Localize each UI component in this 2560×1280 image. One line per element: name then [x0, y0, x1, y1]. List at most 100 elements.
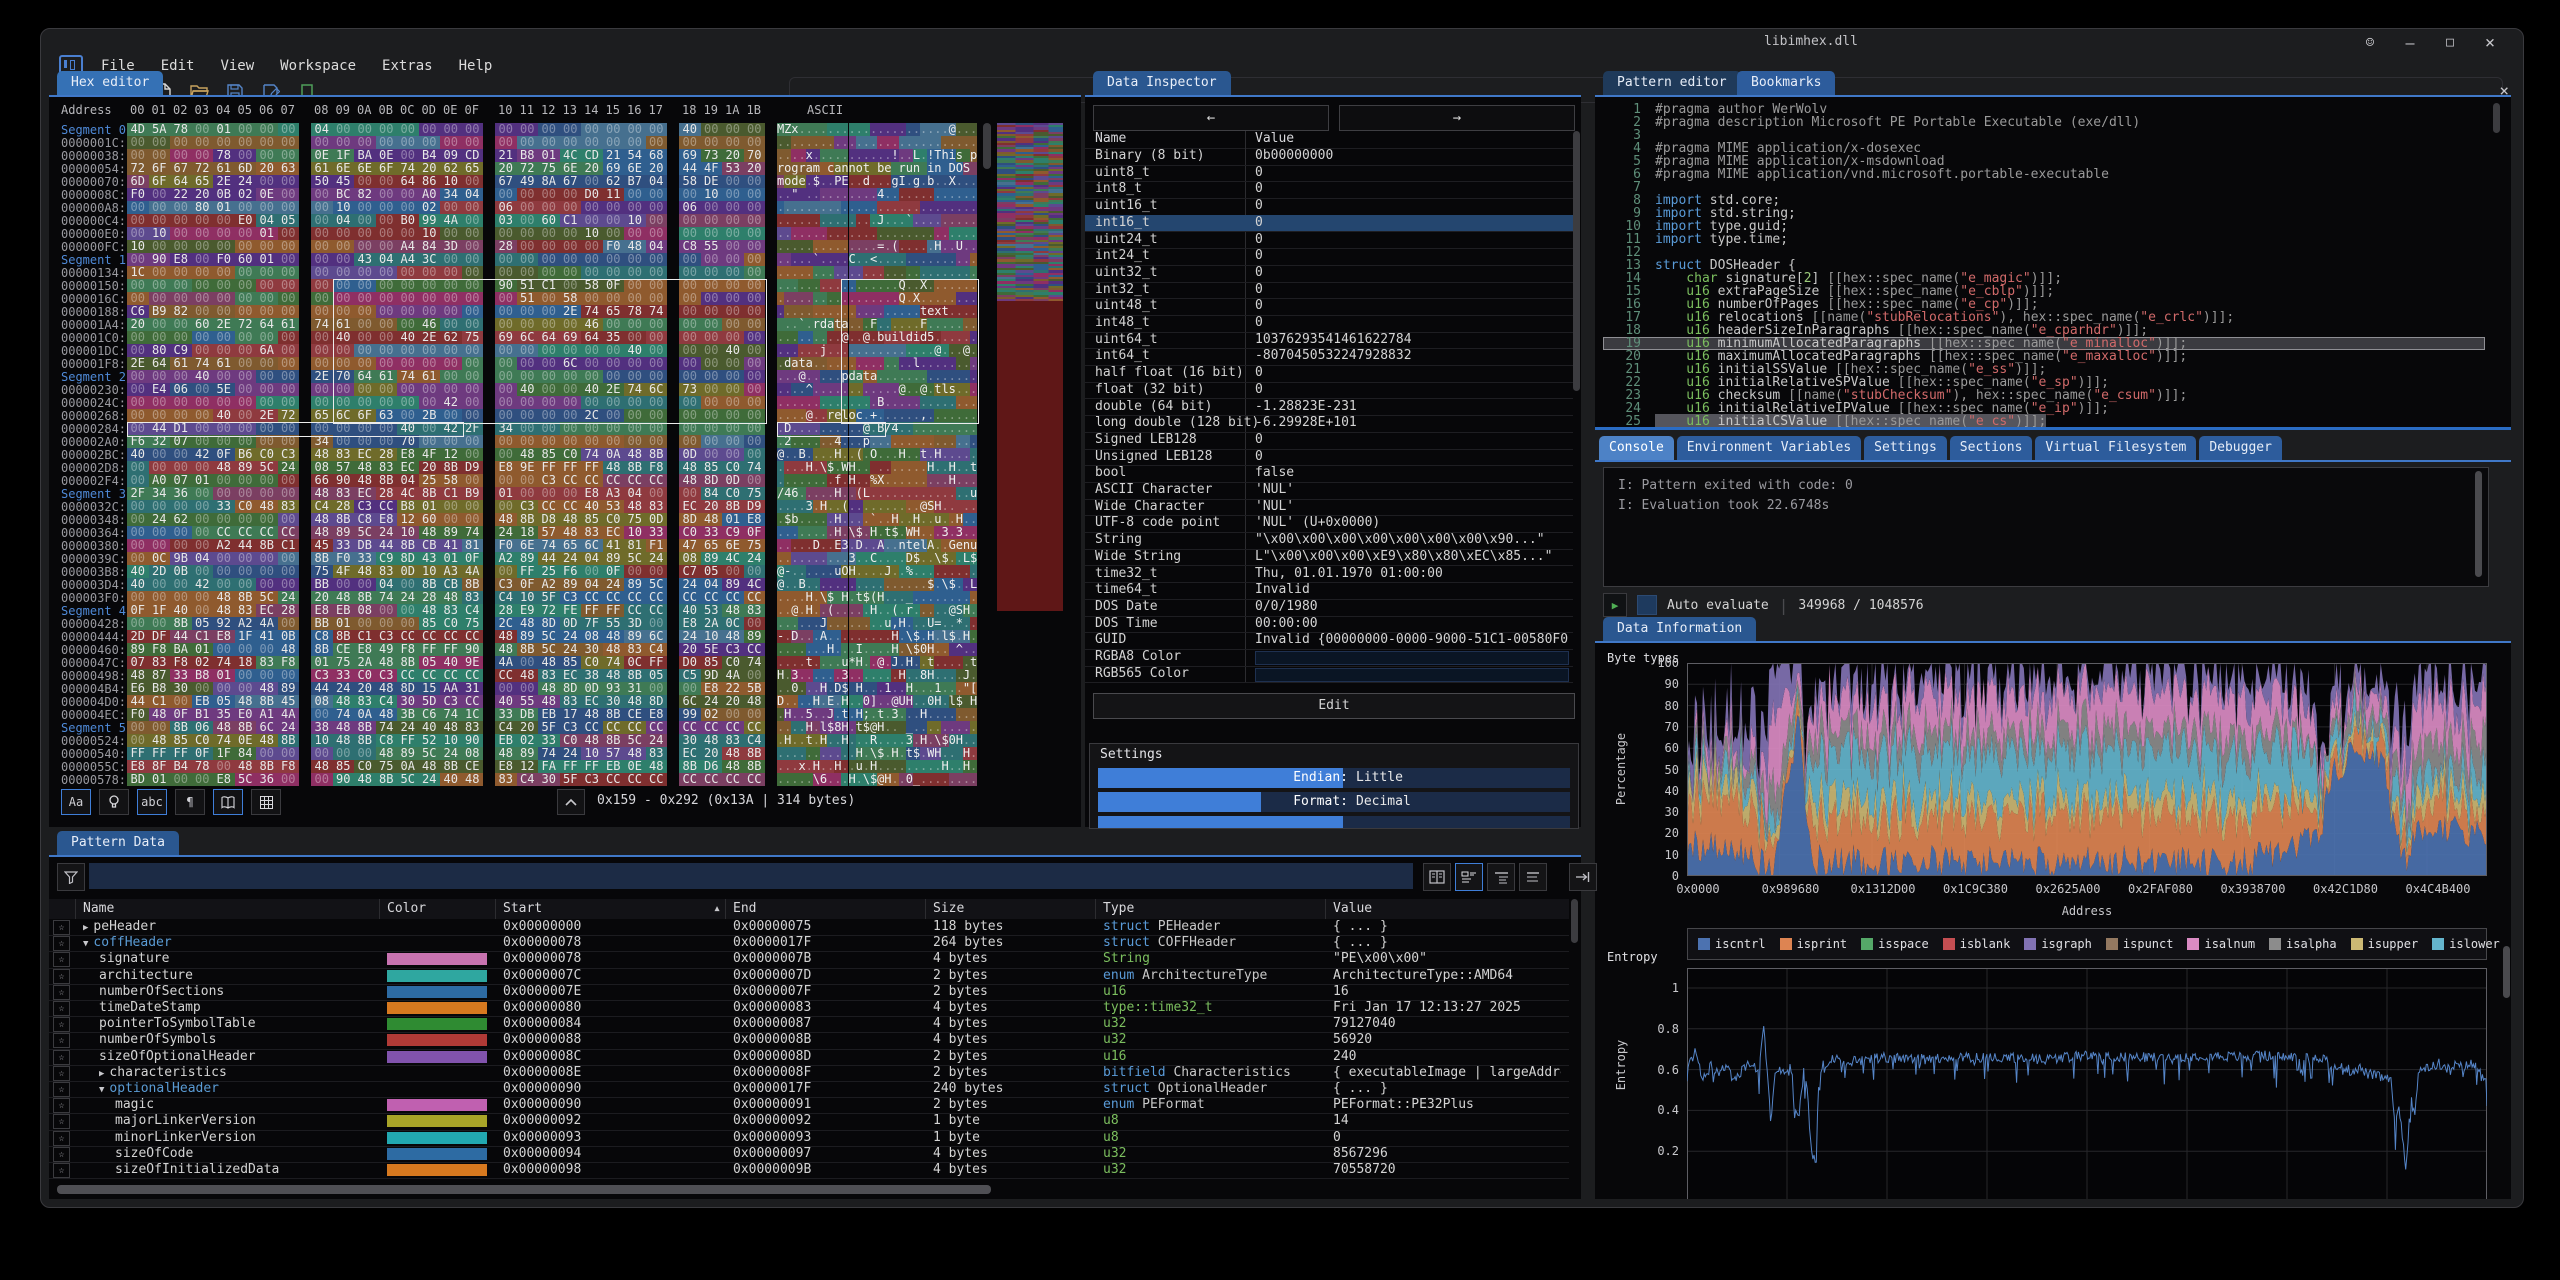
- pattern-editor-scrollbar[interactable]: [2493, 103, 2500, 133]
- hex-byte-cell[interactable]: 24: [419, 773, 441, 786]
- goto-end-icon[interactable]: [1569, 863, 1597, 891]
- chevron-up-icon[interactable]: [557, 789, 585, 815]
- inspector-row[interactable]: int32_t0: [1085, 282, 1573, 300]
- inspector-row-value[interactable]: -6.29928E+101: [1255, 415, 1569, 432]
- hex-byte-cell[interactable]: CC: [624, 773, 646, 786]
- hex-ascii-cell[interactable]: p: [970, 149, 977, 162]
- inspector-row[interactable]: int16_t0: [1085, 215, 1573, 233]
- hex-byte-cell[interactable]: 5C: [235, 773, 257, 786]
- inspector-row-value[interactable]: Thu, 01.01.1970 01:00:00: [1255, 566, 1569, 583]
- hex-ascii-cell[interactable]: H: [956, 734, 963, 747]
- inspector-color-swatch[interactable]: [1255, 651, 1569, 665]
- legend-isupper[interactable]: isupper: [2351, 937, 2419, 951]
- hex-byte-cell[interactable]: 36: [256, 773, 278, 786]
- hex-ascii-cell[interactable]: .: [791, 773, 798, 786]
- pattern-data-row[interactable]: ☆▶characteristics0x0000008E0x0000008F2 b…: [49, 1065, 1569, 1082]
- code-line[interactable]: 11import type.time;: [1603, 233, 2479, 246]
- favorite-star-icon[interactable]: ☆: [53, 1114, 70, 1129]
- hex-ascii-cell[interactable]: .: [949, 773, 956, 786]
- inspector-row[interactable]: uint8_t0: [1085, 165, 1573, 183]
- code-line[interactable]: 2#pragma description Microsoft PE Portab…: [1603, 116, 2479, 129]
- pattern-col-color[interactable]: Color: [387, 899, 491, 919]
- hex-ascii-cell[interactable]: .: [841, 773, 848, 786]
- hex-footer-book-button[interactable]: [213, 789, 243, 815]
- hex-ascii-cell[interactable]: $: [870, 773, 877, 786]
- favorite-star-icon[interactable]: ☆: [53, 936, 70, 951]
- close-icon[interactable]: ×: [2473, 32, 2507, 54]
- pattern-data-hscrollbar[interactable]: [57, 1185, 991, 1194]
- pattern-data-row[interactable]: ☆minorLinkerVersion0x000000930x000000931…: [49, 1130, 1569, 1147]
- hex-byte-cell[interactable]: 5F: [560, 773, 582, 786]
- hex-ascii-cell[interactable]: H: [849, 773, 856, 786]
- inspector-row[interactable]: uint32_t0: [1085, 265, 1573, 283]
- hex-byte-cell[interactable]: 48: [354, 773, 376, 786]
- hex-footer-Aa-button[interactable]: Aa: [61, 789, 91, 815]
- columns-book-icon[interactable]: [1423, 863, 1451, 891]
- inspector-row[interactable]: uint16_t0: [1085, 198, 1573, 216]
- inspector-row-value[interactable]: Invalid {00000000-0000-9000-51C1-00580F0…: [1255, 632, 1569, 649]
- hex-ascii-cell[interactable]: .: [777, 773, 784, 786]
- pattern-col-value[interactable]: Value: [1333, 899, 1561, 919]
- hex-ascii-cell[interactable]: @: [877, 773, 884, 786]
- inspector-row[interactable]: half float (16 bit)0: [1085, 365, 1573, 383]
- console-tab-settings[interactable]: Settings: [1864, 436, 1947, 460]
- hex-byte-cell[interactable]: 48: [462, 773, 484, 786]
- tab-pattern-editor[interactable]: Pattern editor: [1603, 71, 1741, 95]
- filter-funnel-icon[interactable]: [57, 863, 85, 891]
- pattern-data-row[interactable]: ☆architecture0x0000007C0x0000007D2 bytes…: [49, 968, 1569, 985]
- inspector-row-value[interactable]: -1.28823E-231: [1255, 399, 1569, 416]
- inspector-row[interactable]: double (64 bit)-1.28823E-231: [1085, 399, 1573, 417]
- feedback-smiley-icon[interactable]: ☺: [2353, 32, 2387, 54]
- hex-ascii-cell[interactable]: .: [827, 773, 834, 786]
- run-pattern-button[interactable]: ▶: [1603, 593, 1627, 617]
- hex-minimap[interactable]: [997, 123, 1063, 787]
- inspector-row-value[interactable]: L"\x00\x00\x00\xE9\x80\x80\xEC\x85...": [1255, 549, 1569, 566]
- inspector-row[interactable]: int24_t0: [1085, 248, 1573, 266]
- hex-byte-cell[interactable]: CC: [722, 773, 744, 786]
- inspector-row[interactable]: Binary (8 bit)0b00000000: [1085, 148, 1573, 166]
- hex-byte-cell[interactable]: 5C: [397, 773, 419, 786]
- hex-ascii-cell[interactable]: .: [934, 773, 941, 786]
- hex-ascii-cell[interactable]: \: [863, 773, 870, 786]
- inspector-back-button[interactable]: ←: [1093, 105, 1329, 131]
- inspector-row-value[interactable]: 0: [1255, 198, 1569, 215]
- hex-ascii-cell[interactable]: .: [870, 149, 877, 162]
- hex-byte-cell[interactable]: C4: [517, 773, 539, 786]
- pattern-col-type[interactable]: Type: [1103, 899, 1321, 919]
- inspector-row[interactable]: Wide StringL"\x00\x00\x00\xE9\x80\x80\xE…: [1085, 549, 1573, 567]
- hex-ascii-cell[interactable]: O: [870, 448, 877, 461]
- hex-footer-grid-button[interactable]: [251, 789, 281, 815]
- hex-byte-cell[interactable]: CC: [679, 773, 701, 786]
- hex-ascii-cell[interactable]: .: [899, 708, 906, 721]
- inspector-row[interactable]: Unsigned LEB1280: [1085, 449, 1573, 467]
- pattern-data-row[interactable]: ☆sizeOfOptionalHeader0x0000008C0x0000008…: [49, 1049, 1569, 1066]
- inspector-row-value[interactable]: 0: [1255, 298, 1569, 315]
- pattern-data-row[interactable]: ☆▼coffHeader0x000000780x0000017F264 byte…: [49, 935, 1569, 952]
- inspector-row-value[interactable]: 0: [1255, 215, 1569, 232]
- pattern-editor-code[interactable]: 1#pragma author WerWolv2#pragma descript…: [1603, 103, 2499, 433]
- inspector-row[interactable]: RGBA8 Color: [1085, 649, 1573, 667]
- hex-byte-cell[interactable]: 00: [278, 773, 300, 786]
- pattern-data-row[interactable]: ☆majorLinkerVersion0x000000920x000000921…: [49, 1113, 1569, 1130]
- legend-iscntrl[interactable]: iscntrl: [1698, 937, 1766, 951]
- legend-isalpha[interactable]: isalpha: [2269, 937, 2337, 951]
- tab-bookmarks[interactable]: Bookmarks: [1737, 71, 1835, 95]
- inspector-row[interactable]: Wide Character'NUL': [1085, 499, 1573, 517]
- hex-ascii-cell[interactable]: $: [949, 630, 956, 643]
- favorite-star-icon[interactable]: ☆: [53, 1066, 70, 1081]
- pattern-data-row[interactable]: ☆sizeOfInitializedData0x000000980x000000…: [49, 1162, 1569, 1179]
- inspector-row-value[interactable]: 0b00000000: [1255, 148, 1569, 165]
- hex-ascii-cell[interactable]: .: [920, 149, 927, 162]
- hex-ascii-cell[interactable]: .: [820, 149, 827, 162]
- favorite-star-icon[interactable]: ☆: [53, 1131, 70, 1146]
- inspector-row[interactable]: uint24_t0: [1085, 232, 1573, 250]
- tab-data-inspector[interactable]: Data Inspector: [1093, 71, 1231, 95]
- hex-byte-cell[interactable]: CC: [603, 773, 625, 786]
- auto-evaluate-checkbox[interactable]: [1637, 595, 1657, 615]
- list-view-icon[interactable]: [1455, 863, 1483, 891]
- hex-ascii-cell[interactable]: .: [806, 773, 813, 786]
- pattern-data-row[interactable]: ☆▼optionalHeader0x000000900x0000017F240 …: [49, 1081, 1569, 1098]
- inspector-row-value[interactable]: 0: [1255, 282, 1569, 299]
- hex-ascii-cell[interactable]: .: [891, 773, 898, 786]
- hex-byte-cell[interactable]: CC: [744, 773, 766, 786]
